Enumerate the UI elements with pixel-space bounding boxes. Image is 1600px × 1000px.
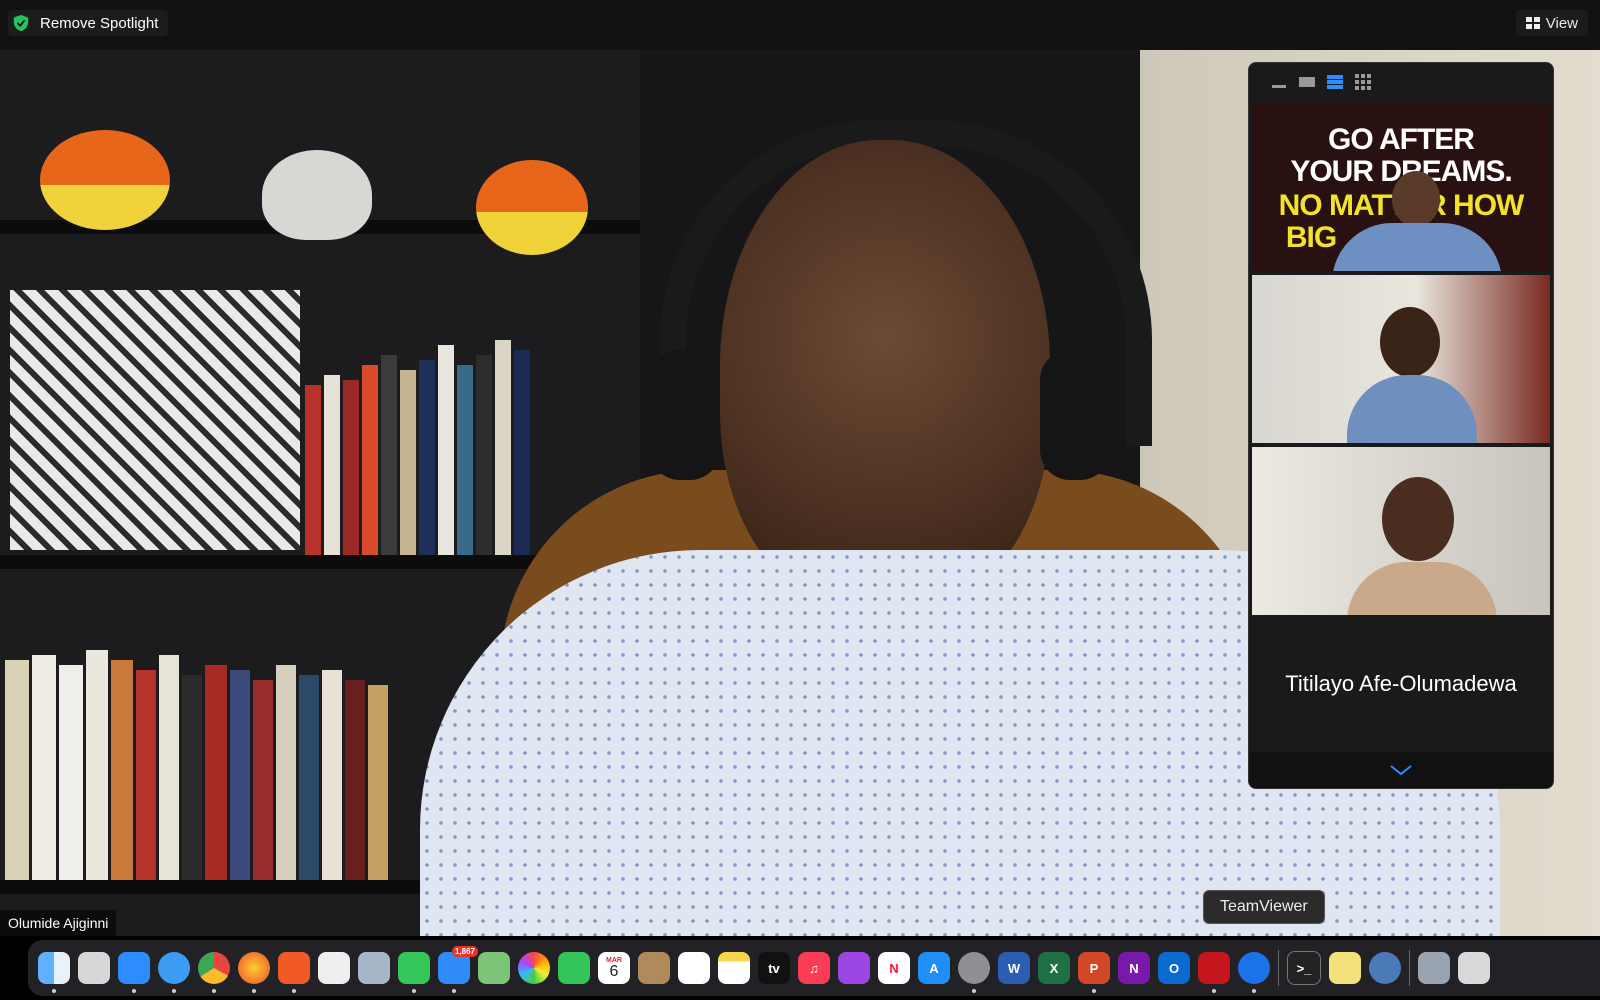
powerpoint-icon[interactable]: P [1078,952,1110,993]
calendar-day: 6 [609,962,619,980]
storage-box [10,290,300,550]
gallery-scroll-down-button[interactable] [1249,752,1553,788]
chrome-icon[interactable] [198,952,230,993]
contacts-icon[interactable] [638,952,670,984]
brave-icon[interactable] [278,952,310,993]
participant-tile-1[interactable]: GO AFTER YOUR DREAMS. NO MATTER HOW BIG [1252,103,1550,271]
screenshot-icon[interactable] [1418,952,1450,984]
mail-unread-badge: 1,867 [451,946,478,957]
chevron-down-icon [1390,765,1412,776]
participant-jacket [1347,375,1477,443]
onenote-icon[interactable]: N [1118,952,1150,984]
preview-icon[interactable] [358,952,390,984]
photos-icon[interactable] [518,952,550,984]
participant-tile-3[interactable] [1252,447,1550,615]
participant-face [720,140,1050,610]
excel-icon[interactable]: X [1038,952,1070,984]
vase-white [262,150,372,240]
facetime-icon[interactable] [558,952,590,984]
participant-face [1382,477,1454,561]
mail-icon[interactable]: 1,867 [438,946,478,993]
gallery-layout-toolbar [1249,63,1553,101]
teamviewer-icon[interactable] [1238,952,1270,993]
participant-tile-2[interactable] [1252,275,1550,443]
podcasts-icon[interactable] [838,952,870,984]
maps-icon[interactable] [478,952,510,984]
calendar-icon[interactable]: MAR 6 [598,952,630,984]
apple-tv-icon[interactable]: tv [758,952,790,984]
dock-tooltip: TeamViewer [1203,890,1325,924]
participant-top [1347,562,1497,615]
dock-separator [1278,950,1279,986]
macos-dock: 1,867 MAR 6 tv ♫ N A W X P N O >_ [28,940,1600,996]
stickies-icon[interactable] [1329,952,1361,984]
view-button[interactable]: View [1515,10,1588,36]
grid-view-icon [1525,17,1540,29]
acrobat-icon[interactable] [1198,952,1230,993]
active-speaker-layout-icon[interactable] [1299,75,1315,89]
notes-icon[interactable] [718,952,750,984]
messages-icon[interactable] [398,952,430,993]
launchpad-icon[interactable] [78,952,110,984]
minimize-layout-icon[interactable] [1271,75,1287,89]
vase-orange-small [476,160,588,255]
system-preferences-icon[interactable] [958,952,990,993]
headphone-earcup-left [650,350,720,480]
firefox-icon[interactable] [238,952,270,993]
view-label: View [1545,14,1578,32]
app-store-icon[interactable]: A [918,952,950,984]
meeting-top-bar: Remove Spotlight View [0,0,1600,50]
quicktime-icon[interactable] [1369,952,1401,984]
grid-layout-icon[interactable] [1355,74,1371,90]
books-row-upper [305,325,530,555]
safari-icon[interactable] [158,952,190,993]
finder-icon[interactable] [38,952,70,993]
trash-icon[interactable] [1458,952,1490,984]
remove-spotlight-button[interactable]: Remove Spotlight [8,10,169,36]
outlook-icon[interactable]: O [1158,952,1190,984]
strip-layout-icon[interactable] [1327,75,1343,89]
word-icon[interactable]: W [998,952,1030,984]
news-icon[interactable]: N [878,952,910,984]
books-row-lower [5,640,388,880]
participant-face [1380,307,1440,377]
vase-orange [40,130,170,230]
gallery-panel: GO AFTER YOUR DREAMS. NO MATTER HOW BIG … [1248,62,1554,789]
security-shield-icon [13,14,29,32]
spotlight-participant-name: Olumide Ajiginni [0,910,117,936]
remove-spotlight-label: Remove Spotlight [40,14,159,32]
participant-name-tile[interactable]: Titilayo Afe-Olumadewa [1252,619,1550,749]
dock-separator [1409,950,1410,986]
music-icon[interactable]: ♫ [798,952,830,984]
headphone-earcup-right [1040,350,1110,480]
reminders-icon[interactable] [678,952,710,984]
zoom-icon[interactable] [118,952,150,993]
participant-face [1392,171,1440,227]
banner-line-1: GO AFTER [1328,123,1475,156]
notes-widget-icon[interactable] [318,952,350,984]
terminal-icon[interactable]: >_ [1287,951,1321,985]
